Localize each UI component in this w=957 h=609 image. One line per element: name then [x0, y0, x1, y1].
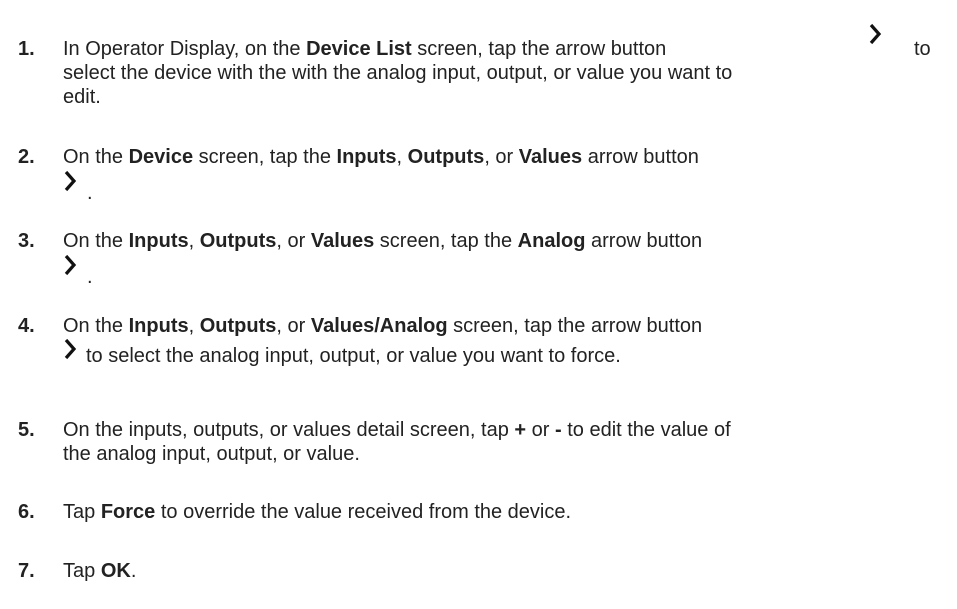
step-text: On the Device screen, tap the Inputs, Ou… [63, 145, 943, 204]
step-text-segment: . [87, 266, 93, 288]
ui-label-device-list: Device List [306, 38, 412, 60]
ui-label-device: Device [128, 146, 194, 168]
step-text-segment: screen, tap the arrow button [411, 38, 667, 60]
step-text-segment: , [396, 146, 408, 168]
chevron-right-icon [63, 170, 77, 192]
step-line: On the Inputs, Outputs, or Values screen… [63, 229, 943, 253]
step-text: Tap Force to override the value received… [63, 500, 943, 524]
step-line: On the inputs, outputs, or values detail… [63, 418, 943, 442]
step-number: 6. [18, 501, 35, 523]
procedure-steps: 1. In Operator Display, on the Device Li… [0, 0, 957, 609]
ui-label-inputs: Inputs [128, 230, 189, 252]
step-text-segment: , [188, 315, 200, 337]
ui-label-inputs: Inputs [336, 146, 397, 168]
step-text: On the inputs, outputs, or values detail… [63, 418, 943, 466]
chevron-right-icon [868, 23, 882, 45]
step-text-segment: On the [63, 146, 129, 168]
step-line: edit. [63, 86, 101, 108]
ui-label-values: Values [310, 230, 375, 252]
step-text-segment: On the [63, 230, 129, 252]
step-number: 2. [18, 146, 35, 168]
step-number: 5. [18, 419, 35, 441]
step-text-segment: to [914, 38, 931, 60]
chevron-right-icon [63, 338, 77, 360]
step-text-segment: Tap [63, 501, 101, 523]
ui-label-plus: + [514, 419, 527, 441]
ui-label-inputs: Inputs [128, 315, 189, 337]
ui-label-outputs: Outputs [407, 146, 485, 168]
step-number: 7. [18, 560, 35, 582]
step-text-segment: , or [276, 315, 311, 337]
ui-label-outputs: Outputs [199, 315, 277, 337]
step-number: 3. [18, 230, 35, 252]
ui-label-force: Force [100, 501, 156, 523]
step-text-segment: screen, tap the [374, 230, 518, 252]
step-text-segment: In Operator Display, on the [63, 38, 307, 60]
ui-label-minus: - [554, 419, 562, 441]
step-text-segment: arrow button [585, 230, 703, 252]
step-text-segment: Tap [63, 560, 101, 582]
step-line: In Operator Display, on the Device List … [63, 23, 953, 61]
ui-label-values: Values [518, 146, 583, 168]
step-line: . [63, 253, 943, 288]
step-line: the analog input, output, or value. [63, 443, 360, 465]
step-text-segment: , [188, 230, 200, 252]
chevron-right-icon [63, 254, 77, 276]
step-text-segment: . [87, 182, 93, 204]
step-text-segment: arrow button [582, 146, 699, 168]
step-line: On the Inputs, Outputs, or Values/Analog… [63, 314, 943, 338]
ui-label-outputs: Outputs [199, 230, 277, 252]
step-text-segment: to select the analog input, output, or v… [86, 345, 621, 367]
step-text-segment: screen, tap the arrow button [447, 315, 703, 337]
step-text: Tap OK. [63, 559, 943, 583]
step-text-segment: to edit the value of [561, 419, 731, 441]
step-line: to select the analog input, output, or v… [63, 338, 943, 374]
step-number: 1. [18, 38, 35, 60]
step-number: 4. [18, 315, 35, 337]
step-text-segment: , or [484, 146, 519, 168]
step-line: On the Device screen, tap the Inputs, Ou… [63, 145, 943, 169]
step-text-segment: or [526, 419, 555, 441]
step-text: On the Inputs, Outputs, or Values screen… [63, 229, 943, 288]
step-text-segment: to override the value received from the … [155, 501, 572, 523]
step-line: select the device with the with the anal… [63, 62, 733, 84]
step-text-segment: On the [63, 315, 129, 337]
step-text-segment: . [130, 560, 137, 582]
ui-label-analog: Analog [517, 230, 586, 252]
step-text: In Operator Display, on the Device List … [63, 23, 953, 109]
step-line: . [63, 169, 943, 204]
ui-label-ok: OK [100, 560, 131, 582]
step-text-segment: , or [276, 230, 311, 252]
ui-label-values-analog: Values/Analog [310, 315, 448, 337]
step-text-segment: screen, tap the [193, 146, 337, 168]
step-text: On the Inputs, Outputs, or Values/Analog… [63, 314, 943, 374]
step-text-segment: On the inputs, outputs, or values detail… [63, 419, 515, 441]
